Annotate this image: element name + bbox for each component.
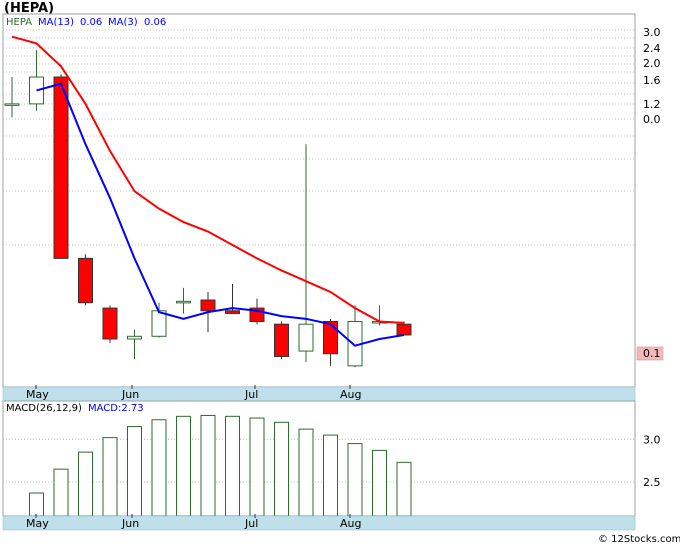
macd-bar <box>298 428 314 517</box>
macd-bar <box>176 415 191 517</box>
macd-bar <box>225 415 240 517</box>
macd-bar <box>274 421 289 517</box>
month-strip-bottom <box>2 515 636 531</box>
macd-axis: 3.0 2.5 <box>643 433 661 489</box>
macd-panel <box>2 400 636 517</box>
macd-bar <box>102 437 118 517</box>
macd-tick-label: 2.5 <box>643 476 661 489</box>
price-panel <box>2 13 636 388</box>
candle-body <box>298 323 314 352</box>
candle-body <box>53 76 69 259</box>
month-strip-top <box>2 386 636 402</box>
candle-body <box>176 300 191 304</box>
price-axis: 3.0 2.4 2.0 1.6 1.2 0.0 <box>643 26 661 126</box>
macd-bar <box>249 417 265 517</box>
legend-ma3-label: MA(3) <box>108 17 138 28</box>
legend-symbol: HEPA <box>6 17 32 28</box>
macd-bar <box>127 426 142 517</box>
legend-ma3-value: 0.06 <box>144 17 166 28</box>
price-tick-label: 3.0 <box>643 26 661 39</box>
macd-bar <box>323 434 338 517</box>
price-tick-label: 1.6 <box>643 74 661 87</box>
macd-bar <box>29 492 44 517</box>
month-label: Aug <box>340 388 361 401</box>
macd-bar <box>53 468 69 517</box>
candle-body <box>225 310 240 314</box>
candle-body <box>323 321 338 355</box>
month-label: Jun <box>121 388 139 401</box>
candle-body <box>29 76 44 105</box>
macd-bar <box>347 443 363 517</box>
candle-body <box>396 323 412 336</box>
candle-body <box>102 307 118 340</box>
candle-body <box>4 103 20 106</box>
month-label: Jul <box>244 388 258 401</box>
macd-bar <box>78 451 93 517</box>
candle-body <box>127 335 142 340</box>
macd-bar <box>372 449 387 517</box>
month-label: May <box>26 388 49 401</box>
macd-legend: MACD(26,12,9) MACD:2.73 <box>6 403 144 414</box>
price-tick-label: 2.4 <box>643 42 661 55</box>
candle-body <box>200 299 216 312</box>
macd-bar <box>200 414 216 517</box>
legend-ma13-label: MA(13) <box>38 17 74 28</box>
month-label: Aug <box>340 517 361 530</box>
legend-ma13-value: 0.06 <box>80 17 102 28</box>
price-tick-label: 0.0 <box>643 113 661 126</box>
stock-chart: (HEPA) 3.02.42.01.61.20.0 HEPA MA(13) 0.… <box>2 1 680 545</box>
price-tick-label: 1.2 <box>643 98 661 111</box>
footer-credit: © 12Stocks.com <box>598 534 680 545</box>
month-label: Jun <box>121 517 139 530</box>
macd-legend-value: MACD:2.73 <box>88 403 144 414</box>
macd-legend-label: MACD(26,12,9) <box>6 403 82 414</box>
price-tick-label: 2.0 <box>643 57 661 70</box>
candle-body <box>151 310 167 337</box>
macd-bar <box>396 461 412 517</box>
macd-bar <box>151 419 167 517</box>
macd-tick-label: 3.0 <box>643 433 661 446</box>
month-label: May <box>26 517 49 530</box>
month-label: Jul <box>244 517 258 530</box>
last-price-label: 0.1 <box>643 347 661 360</box>
candle-body <box>274 323 289 357</box>
candle-body <box>78 257 93 304</box>
